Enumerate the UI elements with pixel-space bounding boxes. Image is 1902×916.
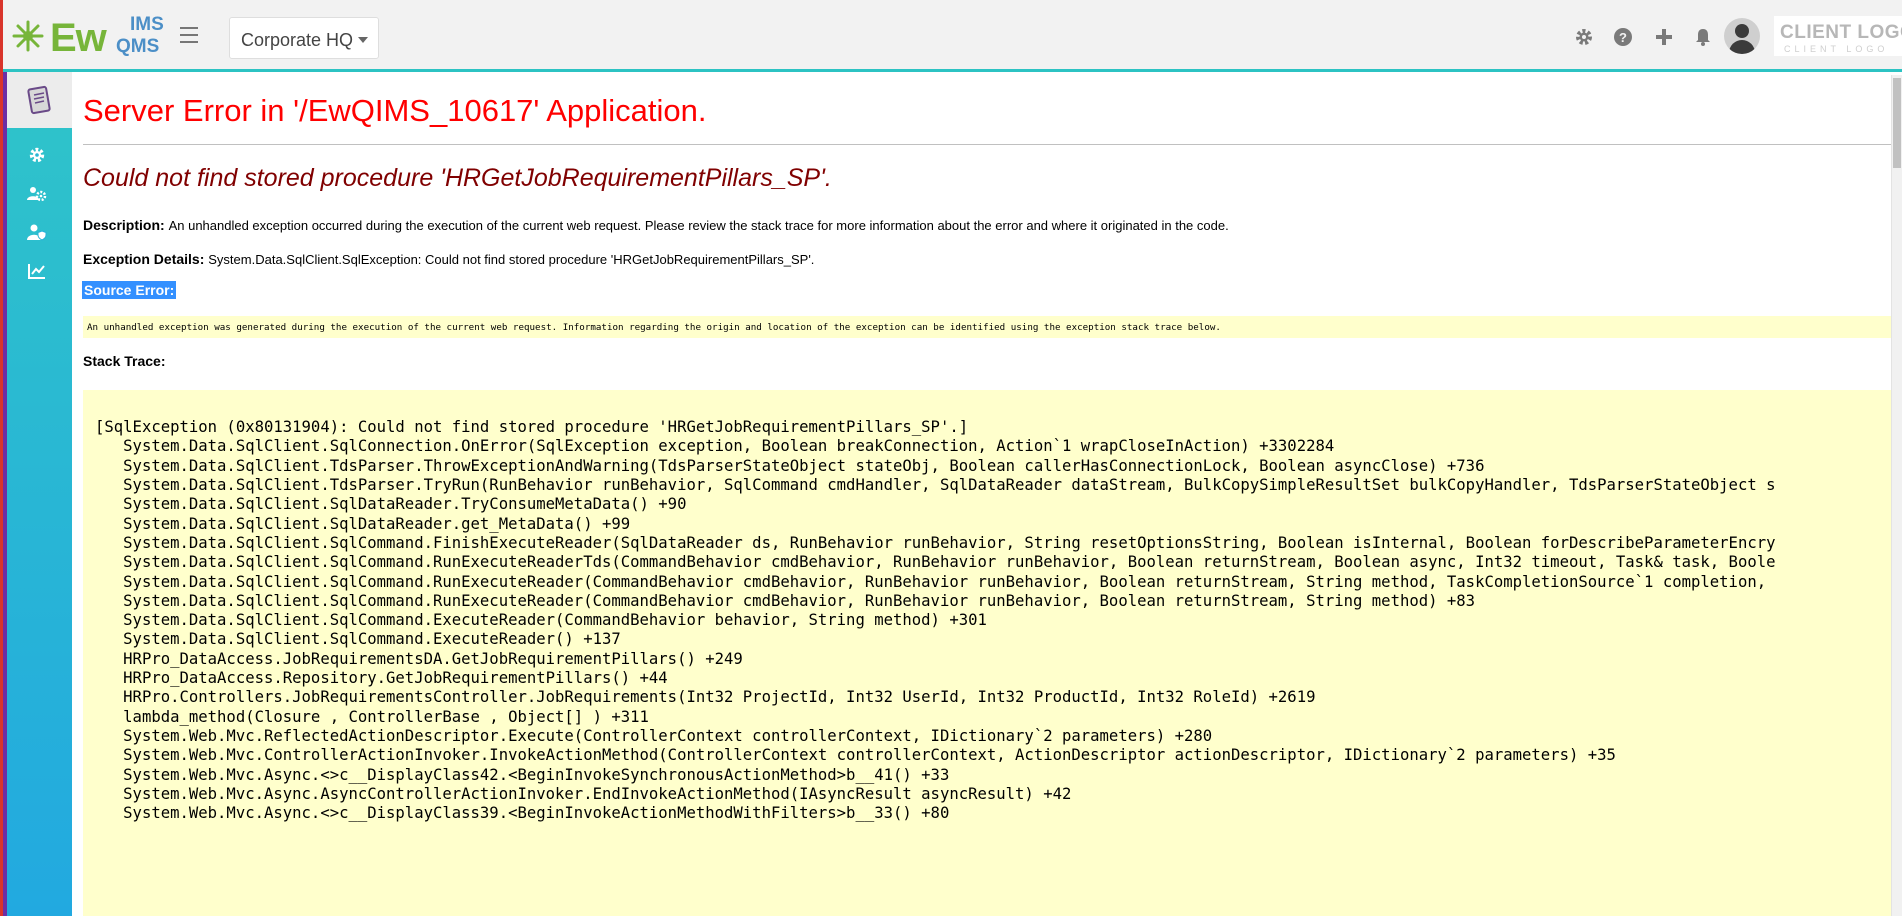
site-selector-dropdown[interactable]: Corporate HQ (229, 17, 379, 59)
stack-trace-line: System.Data.SqlClient.SqlCommand.Execute… (95, 611, 987, 629)
scrollbar-thumb[interactable] (1893, 78, 1901, 168)
stack-trace-label: Stack Trace: (83, 353, 166, 369)
document-icon (27, 85, 51, 115)
stack-trace-line: lambda_method(Closure , ControllerBase ,… (95, 708, 649, 726)
stack-trace-box: [SqlException (0x80131904): Could not fi… (83, 390, 1892, 916)
exception-label: Exception Details: (83, 251, 205, 267)
stack-trace-line: System.Data.SqlClient.SqlDataReader.TryC… (95, 495, 687, 513)
sidebar (3, 72, 72, 916)
stack-trace-line: System.Data.SqlClient.SqlCommand.RunExec… (95, 592, 1476, 610)
avatar[interactable] (1724, 18, 1760, 54)
logo-text-qms: QMS (116, 36, 160, 57)
source-error-label: Source Error: (82, 281, 177, 299)
stack-trace-line: System.Data.SqlClient.SqlConnection.OnEr… (95, 437, 1335, 455)
client-logo: CLIENT LOGO CLIENT LOGO (1774, 16, 1902, 56)
sunburst-logo-icon (12, 20, 44, 52)
stack-trace-line: System.Data.SqlClient.TdsParser.TryRun(R… (95, 476, 1776, 494)
window-edge (0, 0, 3, 916)
users-cog-icon[interactable] (25, 185, 49, 209)
plus-icon[interactable] (1654, 27, 1674, 47)
svg-text:?: ? (1619, 30, 1627, 45)
chart-line-icon[interactable] (25, 261, 49, 285)
description-label: Description: (83, 217, 165, 233)
source-error-text: An unhandled exception was generated dur… (87, 322, 1221, 333)
stack-trace-line: System.Data.SqlClient.SqlCommand.RunExec… (95, 553, 1776, 571)
stack-trace-line: System.Web.Mvc.ReflectedActionDescriptor… (95, 727, 1213, 745)
logo-text-ew: Ew (50, 16, 107, 60)
stack-trace-line: System.Data.SqlClient.TdsParser.ThrowExc… (95, 457, 1485, 475)
stack-trace-line: HRPro_DataAccess.Repository.GetJobRequir… (95, 669, 668, 687)
stack-trace-line: [SqlException (0x80131904): Could not fi… (95, 418, 969, 436)
help-icon[interactable]: ? (1613, 27, 1633, 47)
stack-trace-line: System.Web.Mvc.Async.<>c__DisplayClass42… (95, 766, 950, 784)
logo-text-ims: IMS (130, 14, 164, 35)
stack-trace-line: System.Web.Mvc.ControllerActionInvoker.I… (95, 746, 1616, 764)
error-title: Server Error in '/EwQIMS_10617' Applicat… (83, 93, 707, 128)
caret-down-icon (358, 37, 368, 43)
stack-trace-line: System.Data.SqlClient.SqlCommand.Execute… (95, 630, 621, 648)
stack-trace-line: System.Data.SqlClient.SqlCommand.RunExec… (95, 573, 1767, 591)
exception-details-line: Exception Details: System.Data.SqlClient… (83, 251, 814, 267)
vertical-scrollbar[interactable] (1891, 75, 1902, 916)
stack-trace-line: System.Data.SqlClient.SqlCommand.FinishE… (95, 534, 1776, 552)
client-logo-subtext: CLIENT LOGO (1784, 44, 1889, 54)
stack-trace-line: System.Web.Mvc.Async.<>c__DisplayClass39… (95, 804, 950, 822)
site-selector-value: Corporate HQ (241, 30, 354, 50)
top-header: Ew IMS QMS Corporate HQ ? CLIENT LOGO CL… (0, 0, 1902, 72)
source-error-box: An unhandled exception was generated dur… (83, 316, 1892, 338)
stack-trace-line: HRPro_DataAccess.JobRequirementsDA.GetJo… (95, 650, 743, 668)
client-logo-text: CLIENT LOGO (1780, 22, 1902, 43)
stack-trace-line: System.Web.Mvc.Async.AsyncControllerActi… (95, 785, 1072, 803)
divider (83, 144, 1892, 145)
menu-toggle-icon[interactable] (180, 27, 198, 43)
error-page-content: Server Error in '/EwQIMS_10617' Applicat… (72, 75, 1892, 916)
settings-icon[interactable] (25, 146, 49, 170)
description-line: Description: An unhandled exception occu… (83, 217, 1229, 233)
error-message: Could not find stored procedure 'HRGetJo… (83, 164, 832, 192)
stack-trace-line: System.Data.SqlClient.SqlDataReader.get_… (95, 515, 631, 533)
sidebar-module-tile[interactable] (7, 72, 72, 128)
app-logo[interactable]: Ew IMS QMS (12, 10, 164, 62)
stack-trace-line: HRPro.Controllers.JobRequirementsControl… (95, 688, 1316, 706)
bell-icon[interactable] (1693, 27, 1713, 47)
user-shield-icon[interactable] (25, 223, 49, 247)
gear-icon[interactable] (1574, 27, 1594, 47)
description-text: An unhandled exception occurred during t… (168, 218, 1229, 233)
exception-text: System.Data.SqlClient.SqlException: Coul… (208, 252, 815, 267)
